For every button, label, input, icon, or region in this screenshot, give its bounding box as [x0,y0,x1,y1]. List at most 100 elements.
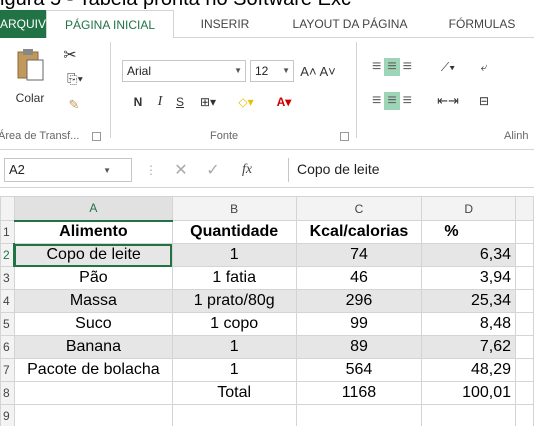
wrap-text-icon[interactable]: ⤶ [474,56,494,78]
cell[interactable]: 99 [295,312,423,336]
row-header[interactable]: 7 [0,358,15,382]
ribbon-tabs: ARQUIVO PÁGINA INICIAL INSERIR LAYOUT DA… [0,10,534,39]
cell[interactable] [515,220,534,244]
cell[interactable]: 1 [171,335,297,359]
cell[interactable]: 7,62 [421,335,517,359]
cell[interactable] [171,404,297,426]
font-size-select[interactable]: 12 ▼ [250,60,294,82]
indent-icon[interactable]: ⇤⇥ [430,90,466,112]
cell[interactable] [515,243,534,267]
merge-cells-icon[interactable]: ⊟ [474,90,494,112]
column-header-d[interactable]: D [421,196,517,221]
cell[interactable]: Suco [13,312,173,336]
borders-icon[interactable]: ⊞▾ [190,92,226,112]
grow-shrink-font-icon[interactable]: A˄ A˅ [298,60,338,82]
format-painter-icon[interactable]: ✎ [64,96,84,114]
tab-insert[interactable]: INSERIR [180,10,270,38]
row-header[interactable]: 2 [0,243,16,267]
tab-file[interactable]: ARQUIVO [0,10,55,38]
cell-header[interactable]: % [421,220,517,244]
cell[interactable] [13,404,173,426]
paste-icon [17,49,44,81]
row-header[interactable]: 8 [0,381,15,405]
column-header-c[interactable]: C [295,196,423,221]
cell[interactable] [515,312,534,336]
select-all-corner[interactable] [0,196,15,221]
cell[interactable] [515,381,534,405]
cell-header[interactable]: Alimento [13,220,173,244]
clipboard-launcher-icon[interactable] [92,132,101,141]
font-name-value: Arial [127,64,152,78]
cell[interactable]: Massa [13,289,173,313]
cell-total[interactable]: 1168 [295,381,423,405]
cell[interactable] [515,404,534,426]
horizontal-align-icon[interactable]: ≡ ≡ ≡ [364,90,420,112]
cell[interactable]: 25,34 [421,289,517,313]
row-header[interactable]: 4 [0,289,15,313]
cut-icon[interactable]: ✂ [60,46,80,64]
cell[interactable]: 1 prato/80g [171,289,297,313]
group-alignment-label: Alinh [504,130,529,142]
cell[interactable]: Pão [13,266,173,290]
cell[interactable]: 3,94 [421,266,517,290]
tab-page-layout[interactable]: LAYOUT DA PÁGINA [280,10,420,38]
font-color-icon[interactable]: A▾ [266,92,302,112]
column-header-e[interactable] [515,196,534,221]
sheet-table: A B C D 1 Alimento Quantidade Kcal/calor… [0,196,534,426]
cell[interactable]: 1 fatia [171,266,297,290]
drag-handle-icon[interactable]: ⋮ [145,160,157,180]
row-header[interactable]: 1 [0,220,15,244]
underline-button[interactable]: S [172,92,188,112]
group-separator [356,42,357,138]
font-name-select[interactable]: Arial ▼ [122,60,246,82]
cell[interactable] [515,335,534,359]
cancel-icon[interactable]: ✕ [170,160,192,180]
orientation-icon[interactable]: ⟋▾ [430,56,466,78]
name-box[interactable]: A2 ▼ [4,158,132,182]
cell[interactable]: Pacote de bolacha [13,358,173,382]
row-header[interactable]: 3 [0,266,15,290]
cell-selected[interactable]: Copo de leite [13,243,173,267]
column-header-b[interactable]: B [171,196,297,221]
cell[interactable]: 1 [171,358,297,382]
cell[interactable]: 564 [295,358,423,382]
formula-input[interactable]: Copo de leite [288,158,534,182]
cell[interactable]: 1 copo [171,312,297,336]
cell[interactable] [515,358,534,382]
cell-total-percent[interactable]: 100,01 [421,381,517,405]
row-header[interactable]: 5 [0,312,15,336]
bold-button[interactable]: N [130,92,146,112]
row-header[interactable]: 9 [0,404,15,426]
column-header-a[interactable]: A [13,196,173,222]
cell[interactable]: 296 [295,289,423,313]
font-launcher-icon[interactable] [340,132,349,141]
cell[interactable]: Banana [13,335,173,359]
cell[interactable] [13,381,173,405]
cell[interactable] [515,289,534,313]
cell[interactable]: 46 [295,266,423,290]
fill-color-icon[interactable]: ◇▾ [228,92,264,112]
tab-formulas[interactable]: FÓRMULAS [430,10,534,38]
row-header[interactable]: 6 [0,335,15,359]
cell[interactable] [295,404,423,426]
insert-function-button[interactable]: fx [234,160,260,180]
cell[interactable]: 89 [295,335,423,359]
cell-total-label[interactable]: Total [171,381,297,405]
tab-home[interactable]: PÁGINA INICIAL [46,10,174,39]
cell[interactable]: 74 [295,243,423,267]
group-font-label: Fonte [210,130,239,142]
cell[interactable] [515,266,534,290]
cell[interactable]: 1 [171,243,297,267]
italic-button[interactable]: I [152,92,168,112]
cell[interactable]: 8,48 [421,312,517,336]
cell[interactable] [421,404,517,426]
copy-icon[interactable]: ⎘▾ [60,70,90,88]
paste-button[interactable] [10,44,50,86]
enter-icon[interactable]: ✓ [202,160,224,180]
cell-header[interactable]: Quantidade [171,220,297,244]
cell[interactable]: 48,29 [421,358,517,382]
cell-header[interactable]: Kcal/calorias [295,220,423,244]
top-middle-align-icon[interactable]: ≡ ≡ ≡ [364,56,420,78]
paste-label[interactable]: Colar [8,90,52,106]
cell[interactable]: 6,34 [421,243,517,267]
